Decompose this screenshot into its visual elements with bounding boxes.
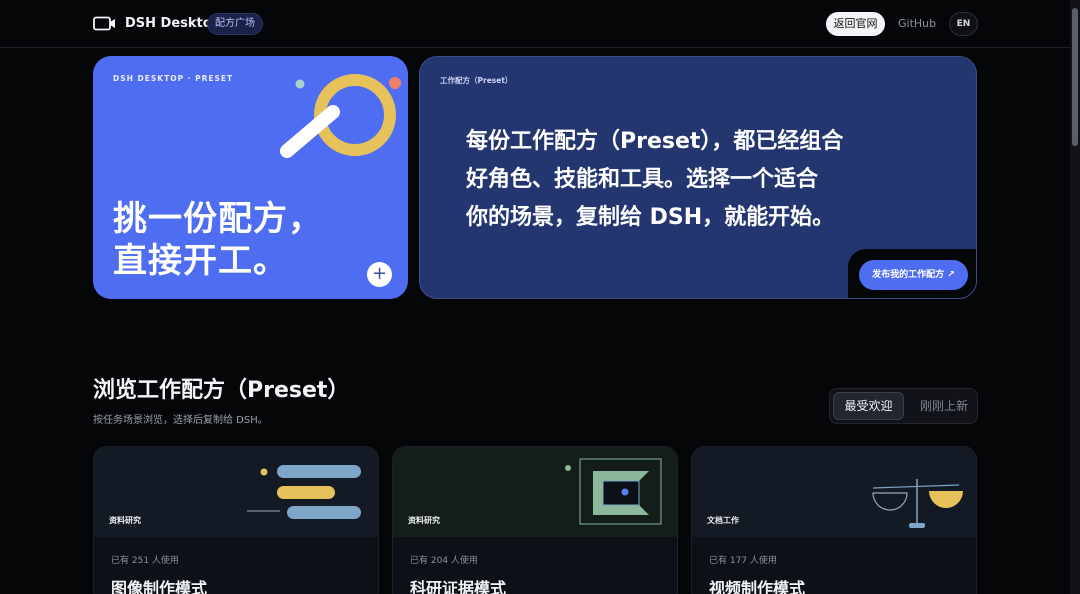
preset-card[interactable]: 文档工作 已有 177 人使用 视频制作模式 xyxy=(691,446,977,594)
hero-left-card: DSH DESKTOP · PRESET 挑一份配方， 直接开工。 + xyxy=(93,56,408,299)
frame-target-icon xyxy=(565,458,662,525)
hero-description-line2: 好角色、技能和工具。选择一个适合 xyxy=(466,167,819,192)
page-scrollbar[interactable] xyxy=(1070,0,1080,594)
card-tag: 资料研究 xyxy=(408,516,440,525)
card-title: 视频制作模式 xyxy=(709,579,806,594)
ring-and-pill-icon xyxy=(280,74,401,158)
add-button[interactable]: + xyxy=(367,262,392,287)
top-bar: DSH Desktop 配方广场 返回官网 GitHub EN xyxy=(0,0,1070,48)
card-usage-count: 已有 177 人使用 xyxy=(709,556,777,566)
preset-market-badge: 配方广场 xyxy=(207,13,263,35)
hero-description-line1: 每份工作配方（Preset），都已经组合 xyxy=(466,129,844,154)
github-link[interactable]: GitHub xyxy=(898,17,936,30)
sort-popular-tab[interactable]: 最受欢迎 xyxy=(833,392,904,420)
card-title: 科研证据模式 xyxy=(410,579,507,594)
card-title: 图像制作模式 xyxy=(111,579,208,594)
preset-card[interactable]: 资料研究 已有 204 人使用 科研证据模式 xyxy=(392,446,678,594)
back-to-site-button[interactable]: 返回官网 xyxy=(826,12,885,36)
card-tag: 资料研究 xyxy=(109,516,141,525)
hero-left-eyebrow: DSH DESKTOP · PRESET xyxy=(113,74,234,83)
card-tag: 文档工作 xyxy=(707,516,739,525)
hero-description: 每份工作配方（Preset），都已经组合 好角色、技能和工具。选择一个适合 你的… xyxy=(466,123,906,237)
publish-preset-button[interactable]: 发布我的工作配方 ↗ xyxy=(859,260,968,290)
logo-icon[interactable] xyxy=(93,16,116,31)
scrollbar-thumb[interactable] xyxy=(1072,8,1078,146)
language-toggle-button[interactable]: EN xyxy=(949,12,978,36)
section-subtitle: 按任务场景浏览，选择后复制给 DSH。 xyxy=(93,415,268,426)
stacked-bars-icon xyxy=(247,465,361,519)
hero-right-eyebrow: 工作配方（Preset） xyxy=(440,76,513,85)
balance-scale-icon xyxy=(872,479,963,528)
sort-newest-tab[interactable]: 刚刚上新 xyxy=(914,392,974,420)
hero-left-title: 挑一份配方， 直接开工。 xyxy=(113,198,323,282)
hero-left-title-line2: 直接开工。 xyxy=(113,241,288,281)
card-usage-count: 已有 251 人使用 xyxy=(111,556,179,566)
sort-toggle-group: 最受欢迎 刚刚上新 xyxy=(829,388,978,424)
preset-card[interactable]: 资料研究 已有 251 人使用 图像制作模式 xyxy=(93,446,379,594)
section-title: 浏览工作配方（Preset） xyxy=(93,378,350,403)
card-usage-count: 已有 204 人使用 xyxy=(410,556,478,566)
hero-description-line3: 你的场景，复制给 DSH，就能开始。 xyxy=(466,205,835,230)
hero-left-title-line1: 挑一份配方， xyxy=(113,199,323,239)
